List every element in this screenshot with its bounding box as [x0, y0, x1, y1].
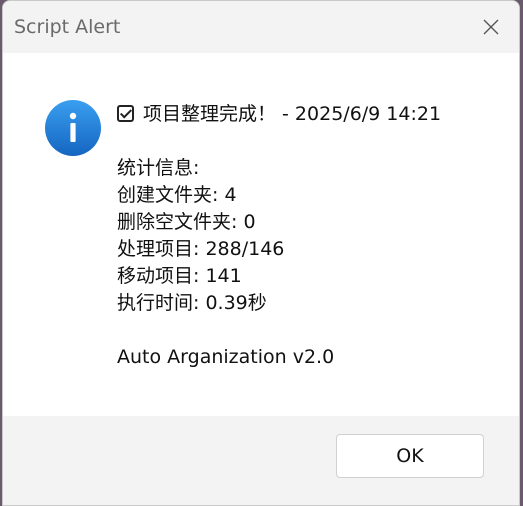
ok-button[interactable]: OK [336, 434, 484, 478]
message-line: 创建文件夹: 4 [117, 184, 237, 206]
message-line: 删除空文件夹: 0 [117, 211, 256, 233]
dialog-footer: OK [3, 416, 519, 505]
message-line: 处理项目: 288/146 [117, 238, 285, 260]
message-line: 统计信息: [117, 157, 200, 179]
close-button[interactable] [475, 11, 507, 43]
message-header-text: 项目整理完成！ - 2025/6/9 14:21 [143, 103, 442, 125]
alert-dialog: Script Alert 项目整理完成！ - 2025/6/9 14:21 统计… [2, 0, 520, 506]
close-icon [483, 19, 499, 35]
dialog-content: 项目整理完成！ - 2025/6/9 14:21 统计信息: 创建文件夹: 4 … [3, 53, 519, 416]
info-icon [45, 100, 101, 156]
message-header: 项目整理完成！ - 2025/6/9 14:21 [117, 101, 441, 128]
version-line: Auto Arganization v2.0 [117, 346, 335, 368]
message-line [117, 317, 441, 344]
message-body: 项目整理完成！ - 2025/6/9 14:21 统计信息: 创建文件夹: 4 … [117, 101, 441, 371]
checkbox-checked-icon [117, 105, 134, 122]
title-bar[interactable]: Script Alert [3, 1, 519, 53]
message-line: 执行时间: 0.39秒 [117, 292, 267, 314]
window-title: Script Alert [14, 16, 121, 38]
message-line: 移动项目: 141 [117, 265, 242, 287]
